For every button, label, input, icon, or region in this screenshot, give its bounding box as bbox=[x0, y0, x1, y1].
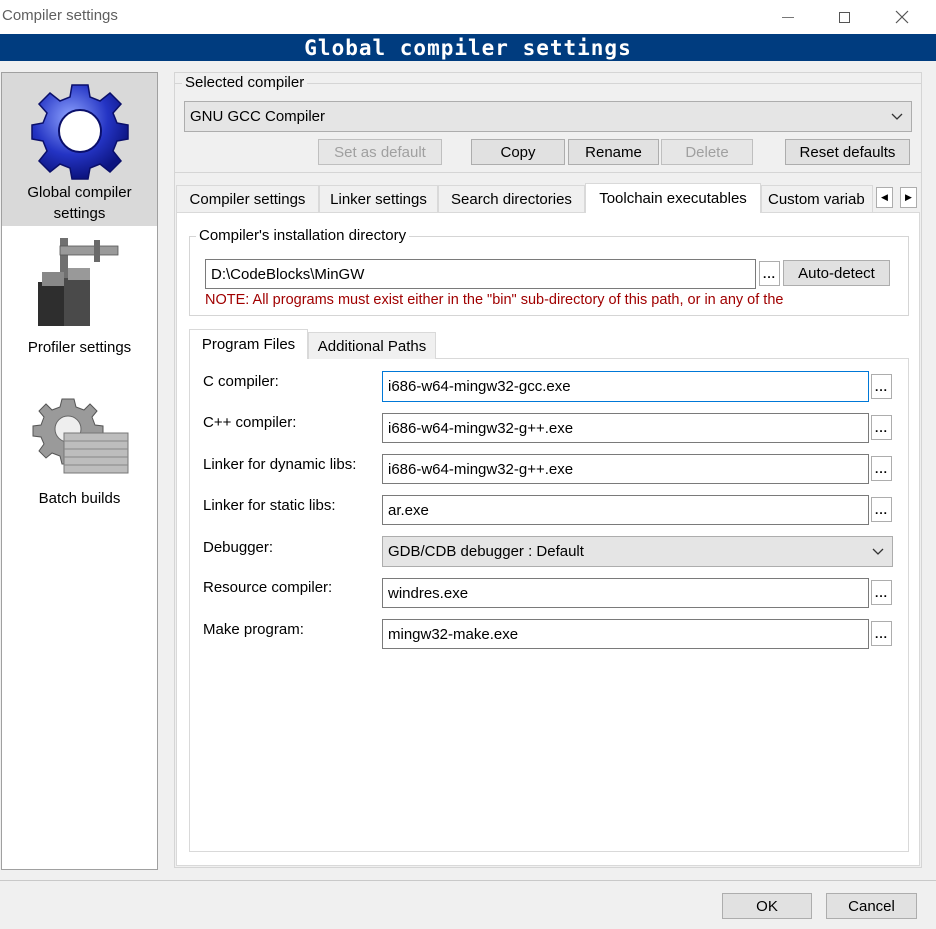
minimize-icon bbox=[782, 16, 794, 18]
install-dir-label: Compiler's installation directory bbox=[196, 227, 410, 244]
compiler-select[interactable]: GNU GCC Compiler bbox=[184, 101, 912, 132]
tab-search-directories[interactable]: Search directories bbox=[438, 185, 585, 212]
install-dir-browse-button[interactable]: ... bbox=[759, 261, 780, 286]
compiler-select-value: GNU GCC Compiler bbox=[190, 108, 326, 125]
tab-label: Program Files bbox=[201, 336, 296, 353]
title-bar: Compiler settings bbox=[0, 0, 936, 34]
rename-button[interactable]: Rename bbox=[568, 139, 659, 165]
maximize-icon bbox=[838, 11, 850, 23]
debugger-select[interactable]: GDB/CDB debugger : Default bbox=[382, 536, 893, 567]
nav-label-global-compiler-1: Global compiler bbox=[27, 184, 132, 201]
nav-item-profiler[interactable]: Profiler settings bbox=[2, 230, 157, 365]
window-title: Compiler settings bbox=[2, 7, 118, 24]
tab-label: Additional Paths bbox=[317, 337, 427, 355]
make-program-label: Make program: bbox=[203, 621, 304, 638]
linker-dynamic-label: Linker for dynamic libs: bbox=[203, 456, 357, 473]
make-program-browse-button[interactable]: ... bbox=[871, 621, 892, 646]
tab-scroll-right[interactable]: ▶ bbox=[900, 187, 917, 208]
gear-icon bbox=[31, 84, 129, 180]
tab-label: Toolchain executables bbox=[599, 190, 747, 207]
tab-label: Search directories bbox=[451, 190, 572, 208]
arrow-left-icon: ◀ bbox=[881, 192, 888, 202]
linker-static-browse-button[interactable]: ... bbox=[871, 497, 892, 522]
linker-static-label: Linker for static libs: bbox=[203, 497, 336, 514]
debugger-label: Debugger: bbox=[203, 539, 274, 556]
arrow-right-icon: ▶ bbox=[905, 192, 912, 202]
settings-nav: Global compiler settings Profiler settin… bbox=[1, 72, 158, 870]
c-compiler-input[interactable]: i686-w64-mingw32-gcc.exe bbox=[382, 371, 869, 402]
nav-label-profiler: Profiler settings bbox=[27, 339, 132, 356]
cpp-compiler-label: C++ compiler: bbox=[203, 414, 297, 431]
nav-label-global-compiler-2: settings bbox=[53, 205, 106, 222]
linker-dynamic-input[interactable]: i686-w64-mingw32-g++.exe bbox=[382, 454, 869, 484]
minimize-button[interactable] bbox=[766, 4, 810, 30]
make-program-value: mingw32-make.exe bbox=[388, 625, 519, 643]
chevron-down-icon bbox=[872, 548, 884, 555]
set-default-button[interactable]: Set as default bbox=[318, 139, 442, 165]
debugger-select-value: GDB/CDB debugger : Default bbox=[388, 543, 584, 560]
linker-static-input[interactable]: ar.exe bbox=[382, 495, 869, 525]
nav-item-global-compiler[interactable]: Global compiler settings bbox=[2, 73, 157, 226]
batch-gear-icon bbox=[32, 398, 129, 474]
tab-scroll-left[interactable]: ◀ bbox=[876, 187, 893, 208]
banner-title: Global compiler settings bbox=[304, 35, 632, 60]
ok-button[interactable]: OK bbox=[722, 893, 812, 919]
linker-static-value: ar.exe bbox=[388, 501, 429, 519]
cpp-compiler-input[interactable]: i686-w64-mingw32-g++.exe bbox=[382, 413, 869, 443]
copy-button[interactable]: Copy bbox=[471, 139, 565, 165]
tab-label: Custom variab bbox=[768, 190, 865, 208]
selected-compiler-label: Selected compiler bbox=[182, 74, 308, 91]
tab-label: Linker settings bbox=[330, 190, 427, 208]
install-dir-value: D:\CodeBlocks\MinGW bbox=[211, 265, 365, 283]
tab-custom-variables[interactable]: Custom variab bbox=[761, 185, 873, 212]
c-compiler-value: i686-w64-mingw32-gcc.exe bbox=[388, 378, 571, 395]
close-button[interactable] bbox=[880, 4, 924, 30]
chevron-down-icon bbox=[891, 113, 903, 120]
maximize-button[interactable] bbox=[822, 4, 866, 30]
tab-program-files[interactable]: Program Files bbox=[189, 329, 308, 359]
install-dir-input[interactable]: D:\CodeBlocks\MinGW bbox=[205, 259, 756, 289]
tab-linker-settings[interactable]: Linker settings bbox=[319, 185, 438, 212]
install-dir-note: NOTE: All programs must exist either in … bbox=[205, 292, 784, 308]
caliper-icon bbox=[38, 238, 119, 326]
reset-defaults-button[interactable]: Reset defaults bbox=[785, 139, 910, 165]
cpp-compiler-browse-button[interactable]: ... bbox=[871, 415, 892, 440]
close-icon bbox=[895, 10, 909, 24]
tab-additional-paths[interactable]: Additional Paths bbox=[308, 332, 436, 359]
resource-compiler-value: windres.exe bbox=[388, 584, 469, 602]
tab-toolchain-executables[interactable]: Toolchain executables bbox=[585, 183, 761, 213]
footer-separator bbox=[0, 880, 936, 881]
resource-compiler-browse-button[interactable]: ... bbox=[871, 580, 892, 605]
linker-dynamic-value: i686-w64-mingw32-g++.exe bbox=[388, 460, 574, 478]
tab-compiler-settings[interactable]: Compiler settings bbox=[176, 185, 319, 212]
header-banner: Global compiler settings bbox=[0, 34, 936, 61]
auto-detect-button[interactable]: Auto-detect bbox=[783, 260, 890, 286]
make-program-input[interactable]: mingw32-make.exe bbox=[382, 619, 869, 649]
delete-button[interactable]: Delete bbox=[661, 139, 753, 165]
nav-item-batch-builds[interactable]: Batch builds bbox=[2, 383, 157, 518]
nav-label-batch-builds: Batch builds bbox=[38, 490, 121, 507]
linker-dynamic-browse-button[interactable]: ... bbox=[871, 456, 892, 481]
cancel-button[interactable]: Cancel bbox=[826, 893, 917, 919]
tab-label: Compiler settings bbox=[189, 190, 306, 208]
c-compiler-browse-button[interactable]: ... bbox=[871, 374, 892, 399]
cpp-compiler-value: i686-w64-mingw32-g++.exe bbox=[388, 419, 574, 437]
resource-compiler-input[interactable]: windres.exe bbox=[382, 578, 869, 608]
c-compiler-label: C compiler: bbox=[203, 373, 279, 390]
resource-compiler-label: Resource compiler: bbox=[203, 579, 333, 596]
